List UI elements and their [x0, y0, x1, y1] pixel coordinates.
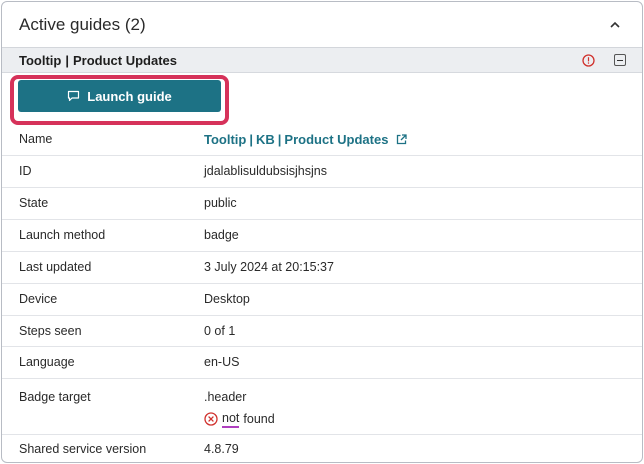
external-link-icon [396, 134, 408, 145]
panel-header[interactable]: Active guides (2) [2, 2, 642, 48]
property-value: jdalablisuldubsisjhsjns [204, 164, 327, 178]
name-part: Product Updates [284, 131, 389, 147]
property-label: Shared service version [19, 442, 147, 457]
panel-title: Active guides (2) [19, 14, 146, 34]
badge-target-selector: .header [204, 389, 247, 404]
table-row: Device Desktop [2, 283, 642, 315]
status-rest: found [243, 412, 275, 426]
property-value: public [204, 196, 237, 210]
launch-area: Launch guide [2, 73, 642, 125]
guide-title: Tooltip | Product Updates [19, 53, 177, 68]
name-separator: | [277, 131, 282, 147]
table-row: ID jdalablisuldubsisjhsjns [2, 155, 642, 187]
name-part: Tooltip [204, 131, 247, 147]
property-label: Launch method [19, 228, 106, 242]
table-row: Language en-US [2, 346, 642, 378]
badge-target-status: not found [204, 411, 642, 428]
property-value: .header not found [204, 378, 642, 434]
launch-guide-button[interactable]: Launch guide [18, 80, 221, 112]
table-row: State public [2, 187, 642, 219]
table-row: Launch method badge [2, 219, 642, 251]
property-label: State [19, 196, 49, 210]
property-value: badge [204, 228, 239, 242]
table-row: Badge target .header not found [2, 378, 642, 434]
table-row: Last updated 3 July 2024 at 20:15:37 [2, 251, 642, 283]
property-label: ID [19, 164, 32, 178]
property-label: Last updated [19, 260, 92, 274]
guide-name-link[interactable]: Tooltip | KB | Product Updates [204, 131, 408, 147]
property-label: Name [19, 132, 53, 147]
guide-title-type: Tooltip [19, 52, 62, 68]
property-label: Steps seen [19, 323, 82, 338]
chat-bubble-icon [67, 90, 80, 102]
launch-guide-label: Launch guide [87, 88, 172, 104]
property-label: Device [19, 292, 58, 306]
guide-title-name: Product Updates [73, 52, 178, 68]
guide-title-separator: | [65, 52, 69, 68]
chevron-up-icon[interactable] [608, 18, 622, 32]
guide-properties-table: Name Tooltip | KB | Product Updates ID jdala… [2, 124, 642, 462]
property-value: 4.8.79 [204, 442, 239, 457]
guide-header: Tooltip | Product Updates [2, 48, 642, 73]
property-value: Tooltip | KB | Product Updates [204, 124, 642, 155]
property-value: 3 July 2024 at 20:15:37 [204, 260, 334, 274]
table-row: Steps seen 0 of 1 [2, 315, 642, 346]
property-label: Badge target [19, 389, 91, 404]
guide-actions [582, 53, 626, 67]
property-value: en-US [204, 355, 240, 369]
property-value: Desktop [204, 292, 250, 306]
property-label: Language [19, 355, 75, 369]
property-value: 0 of 1 [204, 323, 236, 338]
status-word: not [222, 411, 240, 428]
error-x-icon [204, 412, 218, 426]
name-separator: | [249, 131, 253, 147]
name-part: KB [256, 131, 275, 147]
warning-circle-icon[interactable] [582, 53, 595, 67]
active-guides-panel: Active guides (2) Tooltip | Product Update… [1, 1, 643, 463]
table-row: Shared service version 4.8.79 [2, 434, 642, 462]
table-row: Name Tooltip | KB | Product Updates [2, 124, 642, 155]
minus-square-icon[interactable] [614, 54, 626, 66]
